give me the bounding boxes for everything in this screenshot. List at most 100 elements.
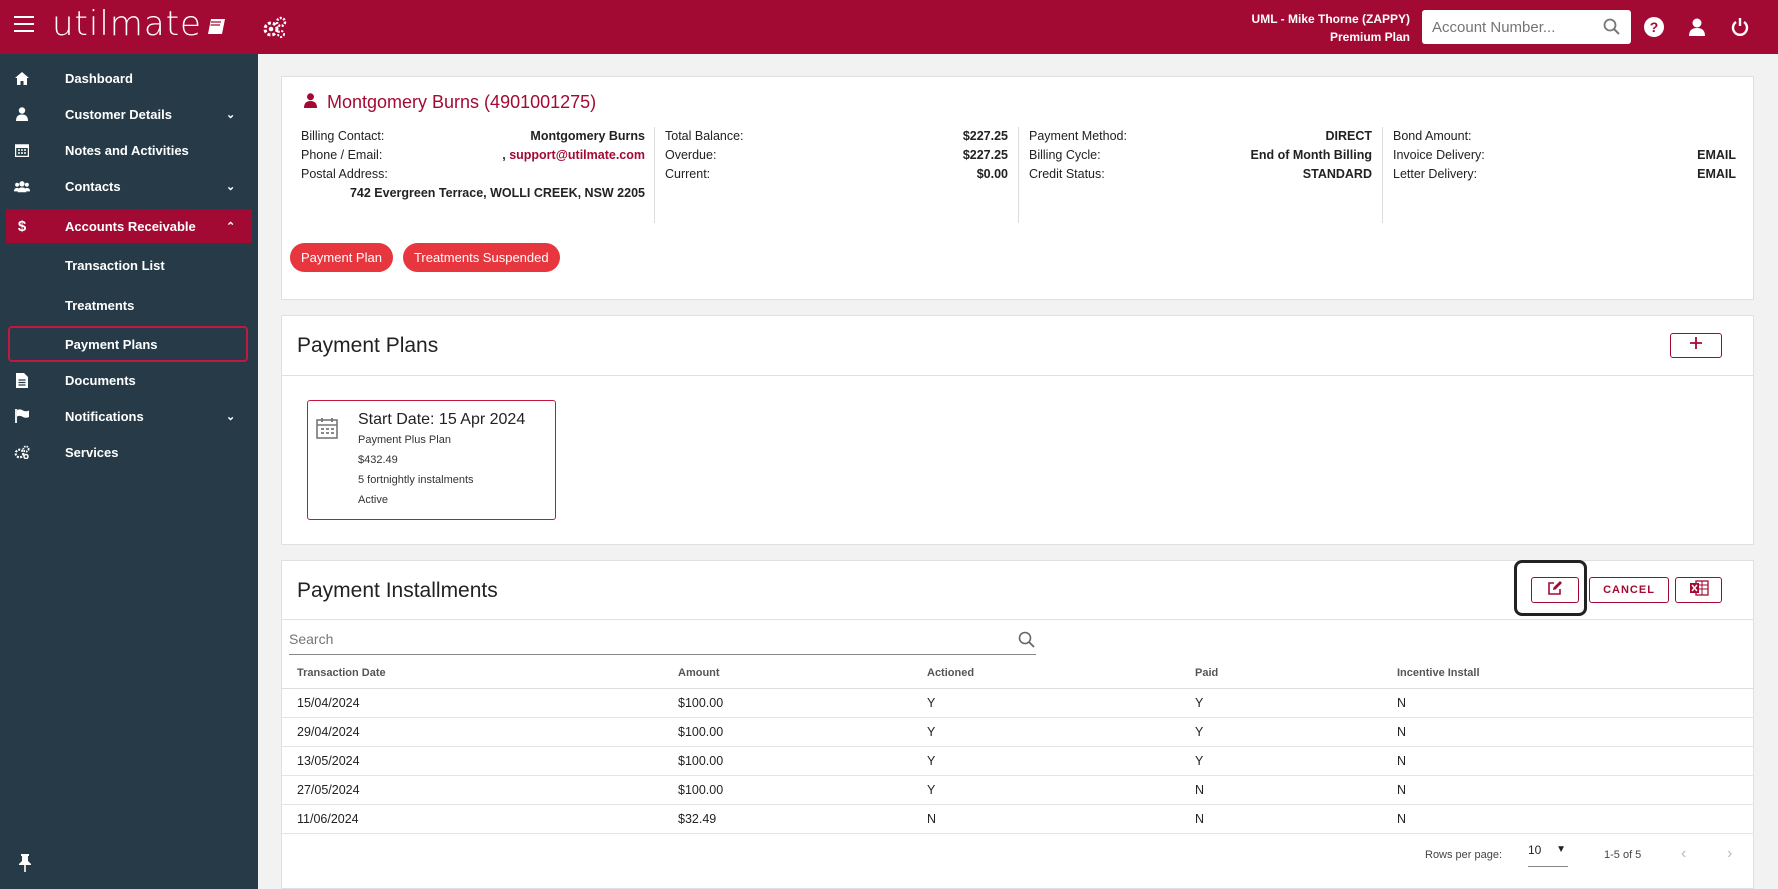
add-plan-button[interactable] <box>1670 333 1722 358</box>
account-search-input[interactable] <box>1422 10 1592 44</box>
sidebar-item-label: Notifications <box>65 408 144 424</box>
table-row[interactable]: 13/05/2024 $100.00 Y Y N <box>282 746 1754 776</box>
cancel-button[interactable]: CANCEL <box>1589 577 1669 603</box>
sidebar-item-dashboard[interactable]: Dashboard <box>0 61 258 95</box>
chevron-down-icon: ⌄ <box>226 108 236 121</box>
rows-per-page-label: Rows per page: <box>1425 849 1503 861</box>
sidebar-item-customer-details[interactable]: Customer Details ⌄ <box>0 97 258 131</box>
search-icon[interactable] <box>1018 631 1036 654</box>
plan-name: Payment Plus Plan <box>358 434 451 446</box>
plan-tile[interactable]: Start Date: 15 Apr 2024 Payment Plus Pla… <box>307 400 556 520</box>
person-icon <box>14 106 30 122</box>
app-logo: utilmate <box>52 4 202 44</box>
sidebar-item-accounts-receivable[interactable]: $ Accounts Receivable ⌃ <box>6 209 252 243</box>
cell-amount: $100.00 <box>678 717 927 747</box>
credit-status-value: STANDARD <box>1302 167 1372 181</box>
divider <box>282 375 1753 376</box>
sidebar-item-notes[interactable]: Notes and Activities <box>0 133 258 167</box>
column-header-actioned[interactable]: Actioned <box>927 658 1195 689</box>
calendar-icon <box>14 142 30 158</box>
previous-page-icon[interactable]: ‹ <box>1681 845 1686 863</box>
cell-incentive: N <box>1397 775 1754 805</box>
plan-name: Premium Plan <box>1329 30 1410 44</box>
column-header-amount[interactable]: Amount <box>678 658 927 689</box>
users-icon <box>14 178 30 194</box>
table-row[interactable]: 27/05/2024 $100.00 Y N N <box>282 775 1754 805</box>
sidebar-item-label: Customer Details <box>65 106 172 122</box>
help-icon[interactable]: ? <box>1640 13 1668 41</box>
caret-down-icon: ▼ <box>1556 844 1566 855</box>
next-page-icon[interactable]: › <box>1727 845 1732 863</box>
credit-status-label: Credit Status: <box>1029 167 1105 181</box>
cell-actioned: Y <box>927 688 1195 718</box>
payment-installments-title: Payment Installments <box>297 579 498 602</box>
sidebar-item-documents[interactable]: Documents <box>0 363 258 397</box>
search-icon[interactable] <box>1603 18 1621 41</box>
top-bar: utilmate UML - Mike Thorne (ZAPPY) Premi… <box>0 0 1778 54</box>
rows-per-page-select[interactable]: 10 ▼ <box>1528 843 1568 867</box>
user-info: UML - Mike Thorne (ZAPPY) Premium Plan <box>1252 10 1410 46</box>
cell-actioned: Y <box>927 775 1195 805</box>
cell-date: 29/04/2024 <box>282 717 678 747</box>
table-row[interactable]: 11/06/2024 $32.49 N N N <box>282 804 1754 834</box>
table-row[interactable]: 15/04/2024 $100.00 Y Y N <box>282 688 1754 718</box>
postal-address-label: Postal Address: <box>301 167 388 181</box>
user-icon[interactable] <box>1683 13 1711 41</box>
letter-delivery-label: Letter Delivery: <box>1393 167 1478 181</box>
plan-amount: $432.49 <box>358 454 398 466</box>
invoice-delivery-label: Invoice Delivery: <box>1393 148 1485 162</box>
power-icon[interactable] <box>1726 13 1754 41</box>
rows-per-page-value: 10 <box>1528 843 1542 857</box>
home-icon <box>14 70 30 86</box>
chevron-down-icon: ⌄ <box>226 180 236 193</box>
postal-address-value: 742 Evergreen Terrace, WOLLI CREEK, NSW … <box>349 186 645 200</box>
sidebar-item-contacts[interactable]: Contacts ⌄ <box>0 169 258 203</box>
user-name: UML - Mike Thorne (ZAPPY) <box>1251 12 1410 26</box>
book-icon[interactable] <box>203 13 231 41</box>
payment-plan-badge[interactable]: Payment Plan <box>290 243 393 272</box>
sidebar-item-label: Treatments <box>65 297 135 313</box>
pin-icon[interactable] <box>18 854 32 877</box>
table-header-row: Transaction Date Amount Actioned Paid In… <box>282 658 1754 689</box>
sidebar-item-payment-plans[interactable]: Payment Plans <box>8 326 248 362</box>
sidebar-item-treatments[interactable]: Treatments <box>0 290 258 320</box>
plan-instalments: 5 fortnightly instalments <box>358 474 474 486</box>
cell-paid: N <box>1195 804 1397 834</box>
chevron-down-icon: ⌄ <box>226 410 236 423</box>
sidebar-item-label: Dashboard <box>65 70 133 86</box>
person-icon <box>304 93 317 113</box>
total-balance-label: Total Balance: <box>665 129 744 143</box>
column-header-transaction-date[interactable]: Transaction Date <box>282 658 678 689</box>
cell-incentive: N <box>1397 688 1754 718</box>
table-row[interactable]: 29/04/2024 $100.00 Y Y N <box>282 717 1754 747</box>
sidebar-item-notifications[interactable]: Notifications ⌄ <box>0 399 258 433</box>
sidebar-item-services[interactable]: Services <box>0 435 258 469</box>
sidebar-item-transaction-list[interactable]: Transaction List <box>0 250 258 280</box>
cogs-icon[interactable] <box>261 13 289 41</box>
customer-summary-card: Montgomery Burns (4901001275) Billing Co… <box>281 76 1754 300</box>
column-header-paid[interactable]: Paid <box>1195 658 1397 689</box>
letter-delivery-value: EMAIL <box>1697 167 1736 181</box>
menu-icon[interactable] <box>14 16 34 32</box>
column-header-incentive-install[interactable]: Incentive Install <box>1397 658 1754 689</box>
cell-amount: $100.00 <box>678 746 927 776</box>
sidebar-item-label: Payment Plans <box>65 336 158 352</box>
balance-info: Total Balance: $227.25 Overdue: $227.25 Cu… <box>654 127 1008 223</box>
dollar-icon: $ <box>17 217 27 235</box>
overdue-label: Overdue: <box>665 148 717 162</box>
excel-icon <box>1689 579 1709 601</box>
installments-search-input[interactable] <box>289 625 989 653</box>
cogs-icon <box>14 444 30 460</box>
account-search <box>1422 10 1631 44</box>
cell-paid: N <box>1195 775 1397 805</box>
current-label: Current: <box>665 167 711 181</box>
total-balance-value: $227.25 <box>962 129 1008 143</box>
plan-status: Active <box>358 494 388 506</box>
installments-search <box>289 625 1036 655</box>
treatments-suspended-badge[interactable]: Treatments Suspended <box>402 243 560 272</box>
billing-contact-value: Montgomery Burns <box>530 129 645 143</box>
email-link[interactable]: support@utilmate.com <box>509 148 645 162</box>
payment-method-label: Payment Method: <box>1029 129 1127 143</box>
flag-icon <box>14 408 30 424</box>
export-excel-button[interactable] <box>1675 577 1722 603</box>
